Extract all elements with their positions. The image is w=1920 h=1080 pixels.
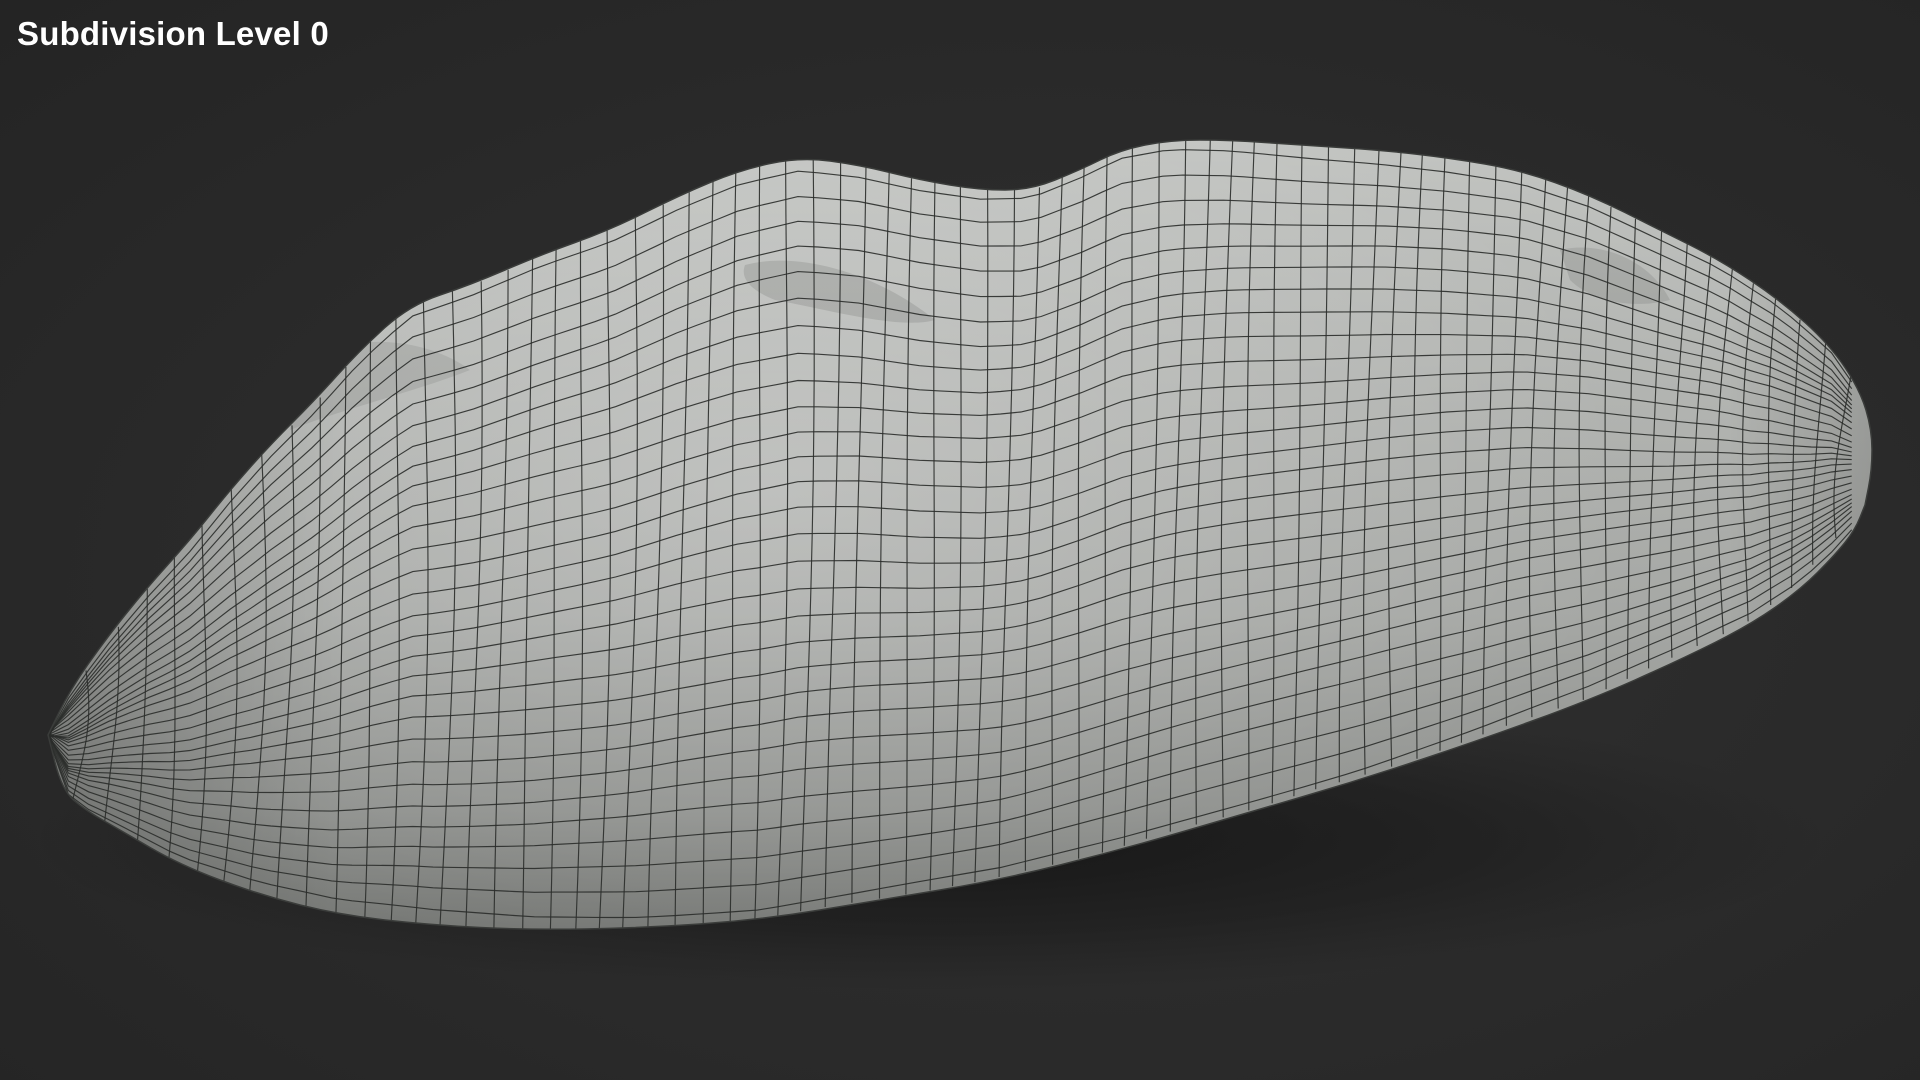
model-render — [30, 139, 1873, 990]
3d-viewport[interactable]: Subdivision Level 0 — [0, 0, 1920, 1080]
subdivision-level-label: Subdivision Level 0 — [17, 15, 329, 52]
